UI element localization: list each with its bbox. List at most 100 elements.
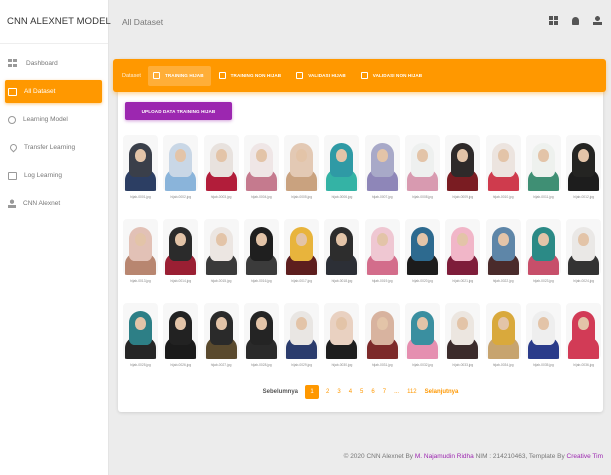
dataset-image-tile[interactable]: hijab-0005.jpg: [282, 133, 321, 213]
dataset-image-tile[interactable]: hijab-0014.jpg: [161, 217, 200, 297]
hijab-photo: [123, 135, 158, 191]
image-filename: hijab-0012.jpg: [573, 195, 595, 199]
brand-title[interactable]: CNN ALEXNET MODEL: [0, 0, 111, 44]
photo-face-shape: [135, 233, 146, 246]
dataset-image-tile[interactable]: hijab-0010.jpg: [484, 133, 523, 213]
sidebar-item-dashboard[interactable]: Dashboard: [5, 52, 102, 75]
image-filename: hijab-0031.jpg: [371, 363, 393, 367]
pagination-page[interactable]: 5: [356, 389, 367, 395]
dataset-image-tile[interactable]: hijab-0006.jpg: [322, 133, 361, 213]
photo-face-shape: [457, 317, 469, 330]
sidebar-item-transfer-learning[interactable]: Transfer Learning: [5, 136, 102, 159]
dataset-image-tile[interactable]: hijab-0035.jpg: [524, 301, 563, 381]
sidebar-item-log-learning[interactable]: Log Learning: [5, 164, 102, 187]
dataset-image-tile[interactable]: hijab-0002.jpg: [161, 133, 200, 213]
grid-icon[interactable]: [549, 16, 558, 25]
tab-validasi-hijab[interactable]: VALIDASI HIJAB: [291, 66, 353, 86]
folder-icon: [8, 87, 17, 96]
image-filename: hijab-0018.jpg: [331, 279, 353, 283]
dataset-image-tile[interactable]: hijab-0024.jpg: [564, 217, 603, 297]
photo-face-shape: [255, 149, 267, 162]
footer-author-link[interactable]: M. Najamudin Ridha: [415, 453, 474, 460]
pagination-page-last[interactable]: 112: [403, 389, 421, 395]
dataset-image-tile[interactable]: hijab-0028.jpg: [242, 301, 281, 381]
photo-face-shape: [215, 149, 227, 162]
hijab-photo: [203, 303, 239, 359]
dataset-image-tile[interactable]: hijab-0023.jpg: [524, 217, 563, 297]
dataset-image-tile[interactable]: hijab-0020.jpg: [403, 217, 442, 297]
photo-face-shape: [296, 233, 308, 246]
photo-face-shape: [497, 233, 509, 246]
dataset-image-tile[interactable]: hijab-0018.jpg: [322, 217, 361, 297]
dataset-image-tile[interactable]: hijab-0032.jpg: [403, 301, 442, 381]
image-filename: hijab-0034.jpg: [492, 363, 514, 367]
top-navbar: All Dataset: [110, 0, 611, 44]
dataset-image-tile[interactable]: hijab-0025.jpg: [121, 301, 160, 381]
dataset-image-tile[interactable]: hijab-0001.jpg: [121, 133, 160, 213]
hijab-photo: [243, 303, 279, 359]
photo-face-shape: [255, 317, 267, 330]
pagination-page[interactable]: 2: [322, 389, 333, 395]
dataset-image-tile[interactable]: hijab-0007.jpg: [363, 133, 402, 213]
dataset-image-tile[interactable]: hijab-0016.jpg: [242, 217, 281, 297]
photo-face-shape: [255, 233, 267, 246]
pagination-page-current[interactable]: 1: [305, 385, 319, 399]
hijab-photo: [163, 135, 199, 191]
dataset-image-tile[interactable]: hijab-0026.jpg: [161, 301, 200, 381]
pagination-next[interactable]: Selanjutnya: [421, 389, 463, 395]
dataset-image-tile[interactable]: hijab-0029.jpg: [282, 301, 321, 381]
photo-face-shape: [497, 149, 509, 162]
image-icon: [218, 72, 226, 79]
tab-training-hijab[interactable]: TRAINING HIJAB: [147, 65, 211, 86]
user-icon[interactable]: [593, 16, 602, 25]
tabbar-caption: Dataset: [122, 72, 141, 79]
sidebar-item-learning-model[interactable]: Learning Model: [5, 108, 102, 131]
dataset-image-tile[interactable]: hijab-0033.jpg: [443, 301, 482, 381]
dataset-image-tile[interactable]: hijab-0017.jpg: [282, 217, 321, 297]
pagination-page[interactable]: 4: [345, 389, 356, 395]
image-filename: hijab-0014.jpg: [170, 279, 192, 283]
upload-training-button[interactable]: UPLOAD DATA TRAINING HIJAB: [125, 102, 232, 120]
footer-template-link[interactable]: Creative Tim: [567, 453, 603, 460]
dataset-image-tile[interactable]: hijab-0022.jpg: [484, 217, 523, 297]
dataset-image-tile[interactable]: hijab-0021.jpg: [443, 217, 482, 297]
dataset-image-tile[interactable]: hijab-0019.jpg: [363, 217, 402, 297]
bell-icon[interactable]: [572, 17, 579, 25]
image-filename: hijab-0026.jpg: [170, 363, 192, 367]
dataset-image-tile[interactable]: hijab-0030.jpg: [322, 301, 361, 381]
image-filename: hijab-0002.jpg: [170, 195, 192, 199]
footer-middle: NIM : 214210463, Template By: [473, 453, 567, 460]
photo-face-shape: [417, 317, 429, 330]
dataset-image-tile[interactable]: hijab-0011.jpg: [524, 133, 563, 213]
dataset-image-tile[interactable]: hijab-0008.jpg: [403, 133, 442, 213]
pagination-page[interactable]: 7: [379, 389, 390, 395]
dataset-image-tile[interactable]: hijab-0004.jpg: [242, 133, 281, 213]
photo-face-shape: [537, 149, 549, 162]
sidebar-item-cnn-alexnet[interactable]: CNN Alexnet: [5, 192, 102, 215]
image-filename: hijab-0011.jpg: [533, 195, 554, 199]
dataset-image-tile[interactable]: hijab-0012.jpg: [564, 133, 603, 213]
hijab-photo: [525, 135, 561, 191]
pagination-page[interactable]: 6: [367, 389, 378, 395]
tab-training-non-hijab[interactable]: TRAINING NON HIJAB: [214, 66, 289, 86]
dataset-image-tile[interactable]: hijab-0036.jpg: [564, 301, 603, 381]
image-icon: [296, 72, 304, 79]
tab-validasi-non-hijab[interactable]: VALIDASI NON HIJAB: [356, 66, 429, 86]
sidebar-item-all-dataset[interactable]: All Dataset: [5, 80, 102, 103]
dataset-image-tile[interactable]: hijab-0031.jpg: [363, 301, 402, 381]
dataset-image-tile[interactable]: hijab-0015.jpg: [202, 217, 241, 297]
image-filename: hijab-0030.jpg: [331, 363, 353, 367]
pagination-prev[interactable]: Sebelumnya: [259, 389, 302, 395]
hijab-photo: [364, 219, 400, 275]
dataset-image-tile[interactable]: hijab-0003.jpg: [202, 133, 241, 213]
image-filename: hijab-0013.jpg: [130, 279, 151, 283]
dataset-image-tile[interactable]: hijab-0034.jpg: [484, 301, 523, 381]
dataset-image-tile[interactable]: hijab-0013.jpg: [121, 217, 160, 297]
photo-face-shape: [135, 317, 146, 330]
dataset-image-tile[interactable]: hijab-0027.jpg: [202, 301, 241, 381]
pagination-page[interactable]: 3: [333, 389, 344, 395]
dataset-image-tile[interactable]: hijab-0009.jpg: [443, 133, 482, 213]
photo-face-shape: [578, 317, 590, 330]
hijab-photo: [163, 303, 199, 359]
hijab-photo: [243, 219, 279, 275]
